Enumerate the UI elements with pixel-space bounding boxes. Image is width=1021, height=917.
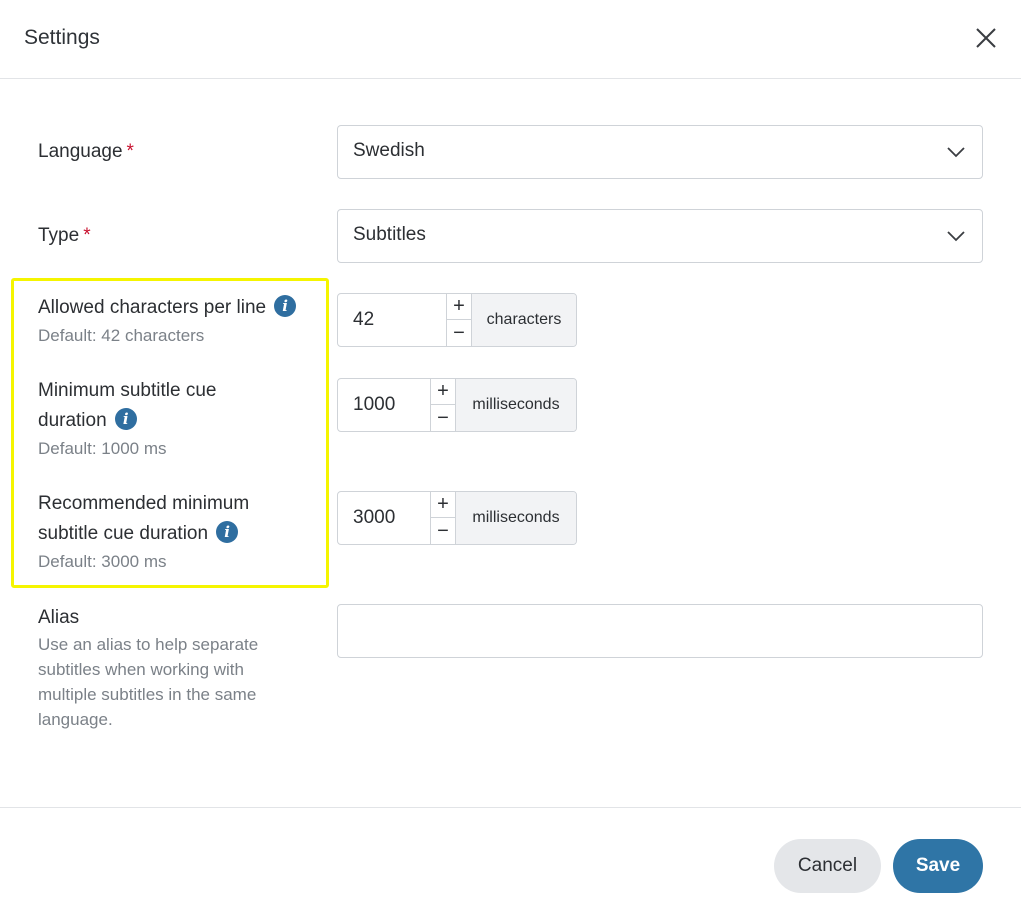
info-icon[interactable]: i [274,295,297,317]
min-cue-input[interactable] [338,379,430,431]
type-label: Type * [38,225,91,246]
chars-per-line-stepper: + − [446,294,472,346]
language-label: Language * [38,141,134,162]
cancel-button[interactable]: Cancel [774,839,881,893]
plus-icon: + [437,380,449,402]
dialog-header: Settings [0,0,1021,79]
min-cue-stepper: + − [430,379,456,431]
save-button[interactable]: Save [893,839,983,893]
plus-icon: + [453,295,465,317]
alias-hint-line3: multiple subtitles in the same [38,685,257,704]
alias-input[interactable] [337,604,983,658]
min-cue-unit: milliseconds [456,379,576,431]
rec-min-cue-unit: milliseconds [456,492,576,544]
chars-per-line-input[interactable] [338,294,446,346]
chars-per-line-group: + − characters [337,293,577,347]
required-mark: * [126,141,134,162]
chars-per-line-unit: characters [472,294,576,346]
minus-icon: − [453,321,465,344]
rec-min-cue-group: + − milliseconds [337,491,577,545]
increment-button[interactable]: + [431,492,455,518]
min-cue-label-line2: duration i [38,406,137,436]
plus-icon: + [437,493,449,515]
type-select[interactable]: Subtitles [337,209,983,263]
rec-min-cue-label-line1: Recommended minimum [38,493,250,514]
alias-hint-line4: language. [38,710,113,729]
rec-min-cue-label-line2: subtitle cue duration i [38,519,239,549]
rec-min-cue-input[interactable] [338,492,430,544]
footer-divider [0,807,1021,808]
rec-min-cue-stepper: + − [430,492,456,544]
min-cue-hint: Default: 1000 ms [38,439,167,458]
min-cue-group: + − milliseconds [337,378,577,432]
alias-hint-line1: Use an alias to help separate [38,635,259,654]
alias-label: Alias [38,607,80,628]
decrement-button[interactable]: − [431,518,455,544]
decrement-button[interactable]: − [431,405,455,431]
chevron-down-icon [947,231,965,242]
chars-per-line-label: Allowed characters per line i [38,293,297,323]
rec-min-cue-hint: Default: 3000 ms [38,552,167,571]
dialog-title: Settings [24,26,100,49]
min-cue-label-line1: Minimum subtitle cue [38,380,217,401]
language-select[interactable]: Swedish [337,125,983,179]
increment-button[interactable]: + [431,379,455,405]
info-icon[interactable]: i [114,408,137,430]
info-icon[interactable]: i [216,521,239,543]
type-select-value: Subtitles [353,224,426,245]
decrement-button[interactable]: − [447,320,471,346]
chevron-down-icon [947,147,965,158]
minus-icon: − [437,519,449,542]
language-select-value: Swedish [353,140,425,161]
chars-per-line-hint: Default: 42 characters [38,326,205,345]
minus-icon: − [437,406,449,429]
increment-button[interactable]: + [447,294,471,320]
required-mark: * [83,225,91,246]
alias-hint-line2: subtitles when working with [38,660,244,679]
close-button[interactable] [972,24,1000,52]
close-icon [976,28,996,48]
